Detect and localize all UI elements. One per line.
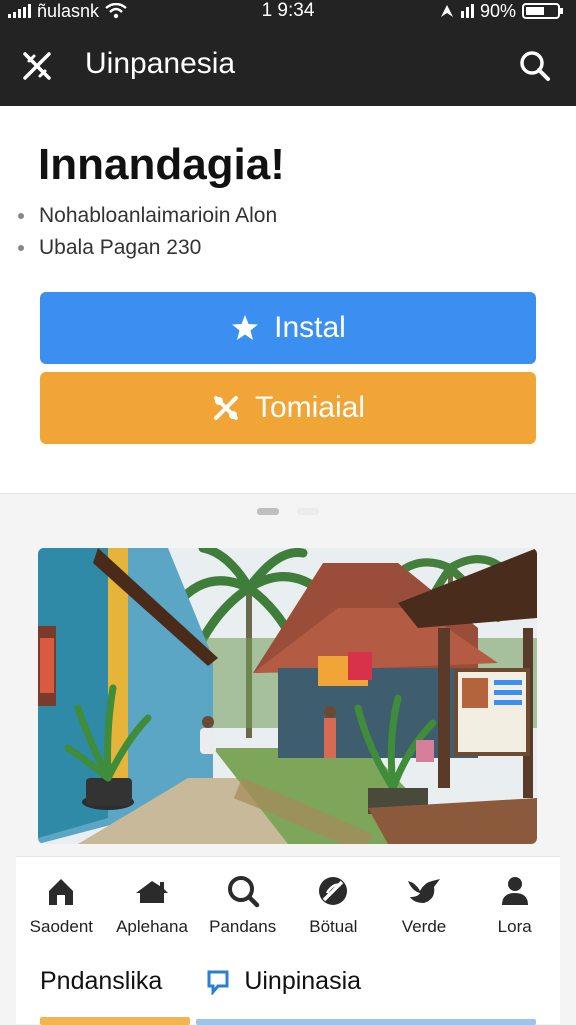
info-list: Nohabloanlaimarioin Alon Ubala Pagan 230 (18, 200, 277, 264)
person-icon (501, 877, 528, 905)
category-nav: Saodent Aplehana Pandans Bötual Verde Lo… (16, 857, 560, 957)
nav-item-label: Pandans (209, 917, 277, 936)
nav-item-botual[interactable]: Bötual (288, 857, 379, 957)
search-icon[interactable] (518, 49, 552, 83)
list-item: Ubala Pagan 230 (18, 232, 277, 264)
house-roof-icon (136, 881, 168, 903)
status-right: 90% (439, 0, 564, 22)
nav-item-label: Verde (401, 917, 447, 936)
pager-dot-active[interactable] (257, 508, 279, 515)
app-title: Uinpanesia (85, 47, 236, 80)
list-item: Nohabloanlaimarioin Alon (18, 200, 277, 232)
install-button[interactable]: Instal (40, 292, 536, 364)
village-photo (38, 548, 537, 844)
battery-percent: 90% (479, 1, 516, 21)
search-icon (227, 876, 259, 908)
tutorial-button[interactable]: Tomiaial (40, 372, 536, 444)
no-feather-icon (319, 877, 348, 905)
list-item-text: Nohabloanlaimarioin Alon (39, 204, 278, 227)
carousel-indicator (0, 508, 576, 515)
tools-icon[interactable] (20, 49, 54, 83)
bullet-icon (18, 213, 24, 219)
bottom-panel: Saodent Aplehana Pandans Bötual Verde Lo… (16, 856, 560, 1025)
battery-icon (522, 3, 563, 19)
chat-icon (207, 970, 229, 995)
nav-item-verde[interactable]: Verde (379, 857, 470, 957)
cell-signal-icon (460, 4, 474, 18)
page-title: Innandagia! (38, 140, 285, 189)
village-photo-illustration (38, 548, 537, 844)
info-card: Innandagia! Nohabloanlaimarioin Alon Uba… (0, 106, 576, 494)
cutoff-content (196, 1019, 536, 1025)
tools-icon (213, 396, 238, 420)
install-button-label: Instal (274, 311, 346, 344)
star-icon (232, 315, 259, 340)
tutorial-button-label: Tomiaial (254, 391, 366, 424)
nav-item-lora[interactable]: Lora (469, 857, 560, 957)
footer-link-label: Uinpinasia (244, 967, 362, 995)
nav-item-aplehana[interactable]: Aplehana (107, 857, 198, 957)
location-icon (440, 5, 453, 17)
nav-item-pandans[interactable]: Pandans (197, 857, 288, 957)
footer-row: Pndanslika Uinpinasia (40, 967, 361, 996)
bullet-icon (18, 245, 24, 251)
app-bar: Uinpanesia (0, 22, 576, 106)
pager-dot[interactable] (297, 508, 319, 515)
nav-item-label: Saodent (29, 917, 93, 936)
bird-icon (408, 879, 441, 903)
nav-item-label: Aplehana (116, 917, 188, 936)
nav-item-label: Bötual (309, 917, 358, 936)
nav-item-saodent[interactable]: Saodent (16, 857, 107, 957)
home-icon (49, 879, 74, 905)
list-item-text: Ubala Pagan 230 (39, 236, 202, 259)
nav-item-label: Lora (497, 917, 532, 936)
section-title: Pndanslika (40, 967, 163, 995)
footer-link[interactable]: Uinpinasia (206, 967, 361, 996)
status-bar: ñulasnk 1 9:34 90% (0, 0, 576, 22)
